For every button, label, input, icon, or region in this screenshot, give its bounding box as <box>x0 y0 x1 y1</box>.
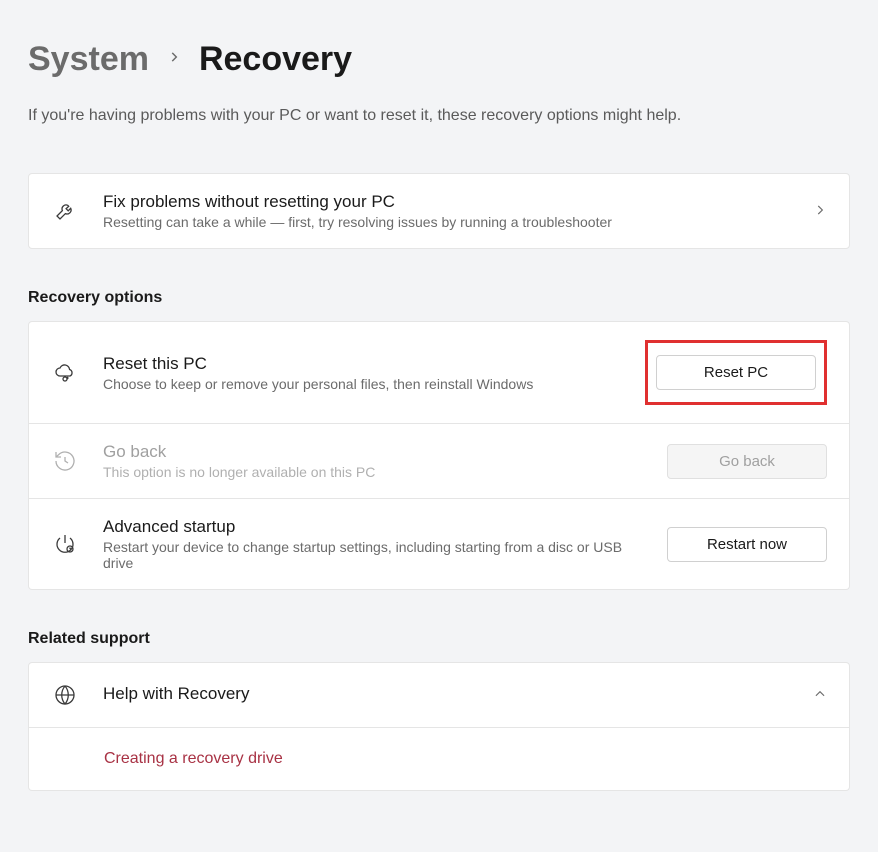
page-title: Recovery <box>199 40 352 79</box>
advanced-startup-desc: Restart your device to change startup se… <box>103 539 643 571</box>
troubleshoot-title: Fix problems without resetting your PC <box>103 192 789 212</box>
go-back-title: Go back <box>103 442 643 462</box>
breadcrumb: System Recovery <box>28 40 850 79</box>
troubleshoot-desc: Resetting can take a while — first, try … <box>103 214 789 230</box>
creating-recovery-drive-link[interactable]: Creating a recovery drive <box>104 750 283 767</box>
recovery-options-header: Recovery options <box>28 289 850 307</box>
restart-now-button[interactable]: Restart now <box>667 527 827 562</box>
troubleshoot-card[interactable]: Fix problems without resetting your PC R… <box>28 173 850 249</box>
wrench-icon <box>51 197 79 225</box>
help-with-recovery-title: Help with Recovery <box>103 684 789 704</box>
advanced-startup-title: Advanced startup <box>103 517 643 537</box>
related-support-header: Related support <box>28 630 850 648</box>
reset-pc-button[interactable]: Reset PC <box>656 355 816 390</box>
advanced-startup-card: Advanced startup Restart your device to … <box>28 499 850 590</box>
history-icon <box>51 447 79 475</box>
reset-pc-desc: Choose to keep or remove your personal f… <box>103 376 621 392</box>
go-back-desc: This option is no longer available on th… <box>103 464 643 480</box>
cloud-reset-icon <box>51 359 79 387</box>
help-with-recovery-card[interactable]: Help with Recovery <box>28 662 850 728</box>
chevron-up-icon <box>813 687 827 704</box>
power-settings-icon <box>51 530 79 558</box>
reset-pc-card: Reset this PC Choose to keep or remove y… <box>28 321 850 424</box>
chevron-right-icon <box>813 203 827 220</box>
chevron-right-icon <box>167 50 181 69</box>
help-with-recovery-body: Creating a recovery drive <box>28 728 850 791</box>
breadcrumb-parent[interactable]: System <box>28 40 149 79</box>
reset-pc-highlight: Reset PC <box>645 340 827 405</box>
globe-help-icon <box>51 681 79 709</box>
go-back-card: Go back This option is no longer availab… <box>28 424 850 499</box>
page-subtitle: If you're having problems with your PC o… <box>28 107 850 125</box>
go-back-button: Go back <box>667 444 827 479</box>
reset-pc-title: Reset this PC <box>103 354 621 374</box>
